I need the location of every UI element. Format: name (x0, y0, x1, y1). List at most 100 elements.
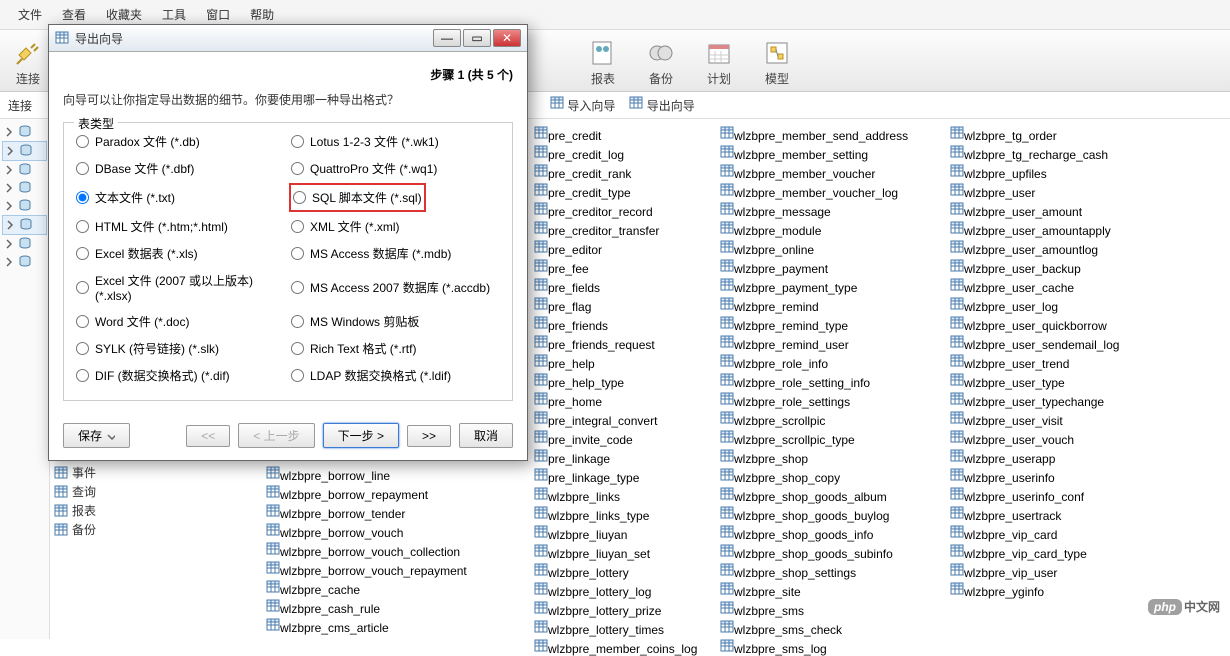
sidebar-db-item[interactable] (2, 235, 47, 253)
table-item[interactable]: pre_integral_convert (534, 411, 697, 428)
tool-schedule[interactable]: 计划 (699, 34, 739, 87)
format-radio[interactable]: DIF (数据交换格式) (*.dif) (76, 367, 285, 384)
table-item[interactable]: pre_credit_rank (534, 164, 697, 181)
format-radio[interactable]: SYLK (符号链接) (*.slk) (76, 340, 285, 357)
format-radio[interactable]: Lotus 1-2-3 文件 (*.wk1) (291, 133, 500, 150)
table-item[interactable]: wlzbpre_lottery_times (534, 620, 697, 637)
import-wizard-link[interactable]: 导入向导 (550, 96, 615, 114)
table-item[interactable]: pre_invite_code (534, 430, 697, 447)
table-item[interactable]: wlzbpre_cache (266, 580, 467, 597)
table-item[interactable]: wlzbpre_borrow_tender (266, 504, 467, 521)
table-item[interactable]: wlzbpre_payment (720, 259, 908, 276)
table-item[interactable]: wlzbpre_member_send_address (720, 126, 908, 143)
table-item[interactable]: wlzbpre_module (720, 221, 908, 238)
table-item[interactable]: wlzbpre_member_setting (720, 145, 908, 162)
table-item[interactable]: wlzbpre_member_coins_log (534, 639, 697, 656)
table-item[interactable]: wlzbpre_vip_user (950, 563, 1119, 580)
table-item[interactable]: wlzbpre_shop_copy (720, 468, 908, 485)
table-item[interactable]: pre_friends (534, 316, 697, 333)
table-item[interactable]: pre_linkage (534, 449, 697, 466)
format-radio[interactable]: XML 文件 (*.xml) (291, 218, 500, 235)
table-item[interactable]: wlzbpre_scrollpic_type (720, 430, 908, 447)
table-item[interactable]: pre_creditor_transfer (534, 221, 697, 238)
table-item[interactable]: wlzbpre_user_typechange (950, 392, 1119, 409)
sidebar-db-item[interactable] (2, 179, 47, 197)
table-item[interactable]: wlzbpre_online (720, 240, 908, 257)
table-item[interactable]: wlzbpre_borrow_vouch (266, 523, 467, 540)
table-item[interactable]: pre_linkage_type (534, 468, 697, 485)
table-item[interactable]: wlzbpre_shop_settings (720, 563, 908, 580)
format-radio[interactable]: DBase 文件 (*.dbf) (76, 160, 285, 177)
tool-report[interactable]: 报表 (583, 34, 623, 87)
table-item[interactable]: wlzbpre_tg_order (950, 126, 1119, 143)
table-item[interactable]: pre_help (534, 354, 697, 371)
table-item[interactable]: wlzbpre_user_backup (950, 259, 1119, 276)
table-item[interactable]: pre_fields (534, 278, 697, 295)
sidebar-db-item[interactable] (2, 141, 47, 161)
table-item[interactable]: wlzbpre_borrow_vouch_repayment (266, 561, 467, 578)
table-item[interactable]: wlzbpre_cash_rule (266, 599, 467, 616)
table-item[interactable]: wlzbpre_user_amountlog (950, 240, 1119, 257)
table-item[interactable]: wlzbpre_borrow_vouch_collection (266, 542, 467, 559)
table-item[interactable]: wlzbpre_usertrack (950, 506, 1119, 523)
table-item[interactable]: wlzbpre_message (720, 202, 908, 219)
format-radio[interactable]: MS Access 2007 数据库 (*.accdb) (291, 272, 500, 303)
save-button[interactable]: 保存 (63, 423, 130, 448)
table-item[interactable]: pre_credit_type (534, 183, 697, 200)
tool-backup[interactable]: 备份 (641, 34, 681, 87)
last-button[interactable]: >> (407, 425, 451, 447)
table-item[interactable]: wlzbpre_user_amount (950, 202, 1119, 219)
table-item[interactable]: wlzbpre_upfiles (950, 164, 1119, 181)
format-radio[interactable]: LDAP 数据交换格式 (*.ldif) (291, 367, 500, 384)
table-item[interactable]: wlzbpre_borrow_line (266, 466, 467, 483)
table-item[interactable]: wlzbpre_links (534, 487, 697, 504)
table-item[interactable]: pre_fee (534, 259, 697, 276)
table-item[interactable]: wlzbpre_shop_goods_buylog (720, 506, 908, 523)
table-item[interactable]: wlzbpre_userinfo (950, 468, 1119, 485)
table-item[interactable]: pre_credit_log (534, 145, 697, 162)
next-button[interactable]: 下一步 > (323, 423, 399, 448)
sidebar-db-item[interactable] (2, 253, 47, 271)
table-item[interactable]: pre_editor (534, 240, 697, 257)
format-radio[interactable]: SQL 脚本文件 (*.sql) (291, 187, 500, 208)
sidebar-db-item[interactable] (2, 123, 47, 141)
table-item[interactable]: wlzbpre_role_setting_info (720, 373, 908, 390)
table-item[interactable]: pre_home (534, 392, 697, 409)
table-item[interactable]: wlzbpre_liuyan (534, 525, 697, 542)
format-radio[interactable]: Excel 文件 (2007 或以上版本) (*.xlsx) (76, 272, 285, 303)
close-button[interactable]: ✕ (493, 29, 521, 47)
table-item[interactable]: wlzbpre_remind_type (720, 316, 908, 333)
table-item[interactable]: wlzbpre_scrollpic (720, 411, 908, 428)
table-item[interactable]: wlzbpre_sms_log (720, 639, 908, 656)
table-item[interactable]: wlzbpre_role_info (720, 354, 908, 371)
table-item[interactable]: pre_help_type (534, 373, 697, 390)
table-item[interactable]: wlzbpre_user_type (950, 373, 1119, 390)
format-radio[interactable]: Excel 数据表 (*.xls) (76, 245, 285, 262)
tree-item[interactable]: 查询 (54, 482, 256, 501)
format-radio[interactable]: QuattroPro 文件 (*.wq1) (291, 160, 500, 177)
format-radio[interactable]: Paradox 文件 (*.db) (76, 133, 285, 150)
table-item[interactable]: wlzbpre_vip_card (950, 525, 1119, 542)
table-item[interactable]: wlzbpre_user_cache (950, 278, 1119, 295)
format-radio[interactable]: HTML 文件 (*.htm;*.html) (76, 218, 285, 235)
table-item[interactable]: wlzbpre_member_voucher (720, 164, 908, 181)
cancel-button[interactable]: 取消 (459, 423, 513, 448)
table-item[interactable]: wlzbpre_user_vouch (950, 430, 1119, 447)
table-item[interactable]: wlzbpre_payment_type (720, 278, 908, 295)
table-item[interactable]: wlzbpre_sms (720, 601, 908, 618)
sidebar-db-item[interactable] (2, 215, 47, 235)
table-item[interactable]: wlzbpre_liuyan_set (534, 544, 697, 561)
table-item[interactable]: wlzbpre_userapp (950, 449, 1119, 466)
table-item[interactable]: wlzbpre_userinfo_conf (950, 487, 1119, 504)
format-radio[interactable]: Word 文件 (*.doc) (76, 313, 285, 330)
table-item[interactable]: wlzbpre_lottery_log (534, 582, 697, 599)
menu-file[interactable]: 文件 (8, 2, 52, 27)
table-item[interactable]: wlzbpre_remind_user (720, 335, 908, 352)
maximize-button[interactable]: ▭ (463, 29, 491, 47)
table-item[interactable]: wlzbpre_cms_article (266, 618, 467, 635)
table-item[interactable]: wlzbpre_links_type (534, 506, 697, 523)
tree-item[interactable]: 报表 (54, 501, 256, 520)
tool-model[interactable]: 模型 (757, 34, 797, 87)
table-item[interactable]: wlzbpre_user (950, 183, 1119, 200)
table-item[interactable]: wlzbpre_shop_goods_subinfo (720, 544, 908, 561)
